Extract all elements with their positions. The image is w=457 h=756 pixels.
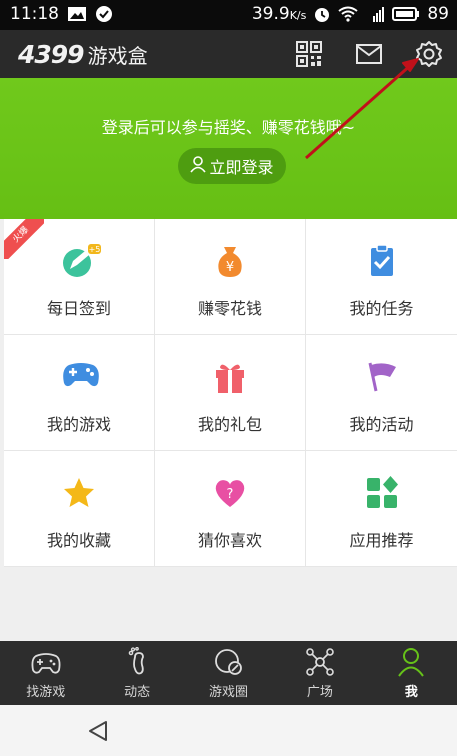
network-speed-unit: K/s [289, 9, 307, 22]
money-bag-symbol: ¥ [226, 260, 234, 275]
tab-label: 找游戏 [26, 685, 66, 700]
user-icon [190, 155, 207, 177]
settings-gear-icon[interactable] [415, 40, 443, 72]
login-button-label: 立即登录 [209, 158, 274, 177]
logo-number: 4399 [18, 40, 85, 69]
gamepad-outline-icon [30, 647, 62, 677]
person-icon [395, 647, 427, 677]
network-nodes-icon [304, 647, 336, 677]
check-notification-icon [95, 5, 113, 23]
status-bar: 11:18 39.9K/s 89 [0, 0, 457, 30]
grid-item-my-tasks[interactable]: 我的任务 [306, 219, 457, 335]
footprint-icon [121, 646, 153, 677]
grid-item-daily-checkin[interactable]: +5 每日签到 [4, 219, 155, 335]
apps-grid-icon [364, 475, 400, 511]
app-logo: 4399 游戏盒 [18, 40, 148, 69]
qr-code-icon[interactable] [295, 40, 323, 72]
login-button[interactable]: 立即登录 [178, 148, 286, 184]
alarm-icon [313, 5, 331, 23]
tab-game-circle[interactable]: 游戏圈 [183, 641, 274, 705]
checkin-badge: +5 [89, 245, 101, 254]
system-navigation-bar [0, 705, 457, 756]
tab-find-games[interactable]: 找游戏 [0, 641, 91, 705]
app-bar: 4399 游戏盒 [0, 30, 457, 78]
tab-plaza[interactable]: 广场 [274, 641, 365, 705]
logo-text: 游戏盒 [87, 44, 148, 68]
status-time: 11:18 [10, 4, 59, 24]
grid-item-label: 我的收藏 [46, 531, 111, 550]
wifi-icon [338, 6, 358, 22]
grid-item-label: 猜你喜欢 [197, 531, 262, 550]
login-prompt-text: 登录后可以参与摇奖、赚零花钱哦~ [101, 118, 356, 137]
grid-item-label: 每日签到 [46, 299, 111, 318]
back-triangle-icon[interactable] [86, 719, 110, 747]
tab-label: 我 [404, 685, 418, 700]
grid-item-label: 应用推荐 [349, 531, 414, 550]
game-circle-icon [213, 647, 245, 677]
heart-question-mark: ? [227, 487, 234, 502]
gift-box-icon [212, 359, 248, 395]
grid-item-guess-you-like[interactable]: ? 猜你喜欢 [155, 451, 306, 567]
grid-item-my-games[interactable]: 我的游戏 [4, 335, 155, 451]
signal-icon [365, 5, 385, 23]
feature-grid: +5 每日签到 ¥ 赚零花钱 我的任务 我的游戏 我的礼包 我的活动 我的收藏 … [4, 219, 457, 567]
grid-item-label: 我的任务 [349, 299, 414, 318]
gamepad-icon [61, 359, 99, 395]
clipboard-check-icon [364, 243, 400, 279]
grid-item-label: 我的礼包 [197, 415, 262, 434]
network-speed: 39.9K/s [252, 4, 307, 24]
mail-icon[interactable] [355, 43, 383, 69]
battery-icon [392, 6, 420, 22]
tab-label: 游戏圈 [209, 685, 249, 700]
heart-question-icon: ? [212, 475, 248, 511]
grid-item-label: 我的游戏 [46, 415, 111, 434]
grid-item-my-events[interactable]: 我的活动 [306, 335, 457, 451]
grid-item-label: 我的活动 [349, 415, 414, 434]
grid-item-my-gifts[interactable]: 我的礼包 [155, 335, 306, 451]
network-speed-value: 39.9 [251, 4, 290, 24]
grid-item-favorites[interactable]: 我的收藏 [4, 451, 155, 567]
tab-me[interactable]: 我 [366, 641, 457, 705]
checkin-pencil-icon: +5 [61, 243, 101, 279]
grid-item-app-recommendations[interactable]: 应用推荐 [306, 451, 457, 567]
tab-feed[interactable]: 动态 [91, 641, 182, 705]
money-bag-icon: ¥ [212, 243, 248, 279]
bottom-navigation: 找游戏 动态 游戏圈 广场 我 [0, 641, 457, 705]
gallery-notification-icon [67, 6, 87, 22]
tab-label: 动态 [124, 685, 151, 700]
star-icon [61, 475, 97, 511]
grid-item-label: 赚零花钱 [197, 299, 262, 318]
battery-level: 89 [427, 4, 449, 24]
grid-item-earn-money[interactable]: ¥ 赚零花钱 [155, 219, 306, 335]
tab-label: 广场 [306, 685, 333, 700]
flag-icon [364, 359, 400, 395]
login-banner: 登录后可以参与摇奖、赚零花钱哦~ 立即登录 [0, 78, 457, 219]
